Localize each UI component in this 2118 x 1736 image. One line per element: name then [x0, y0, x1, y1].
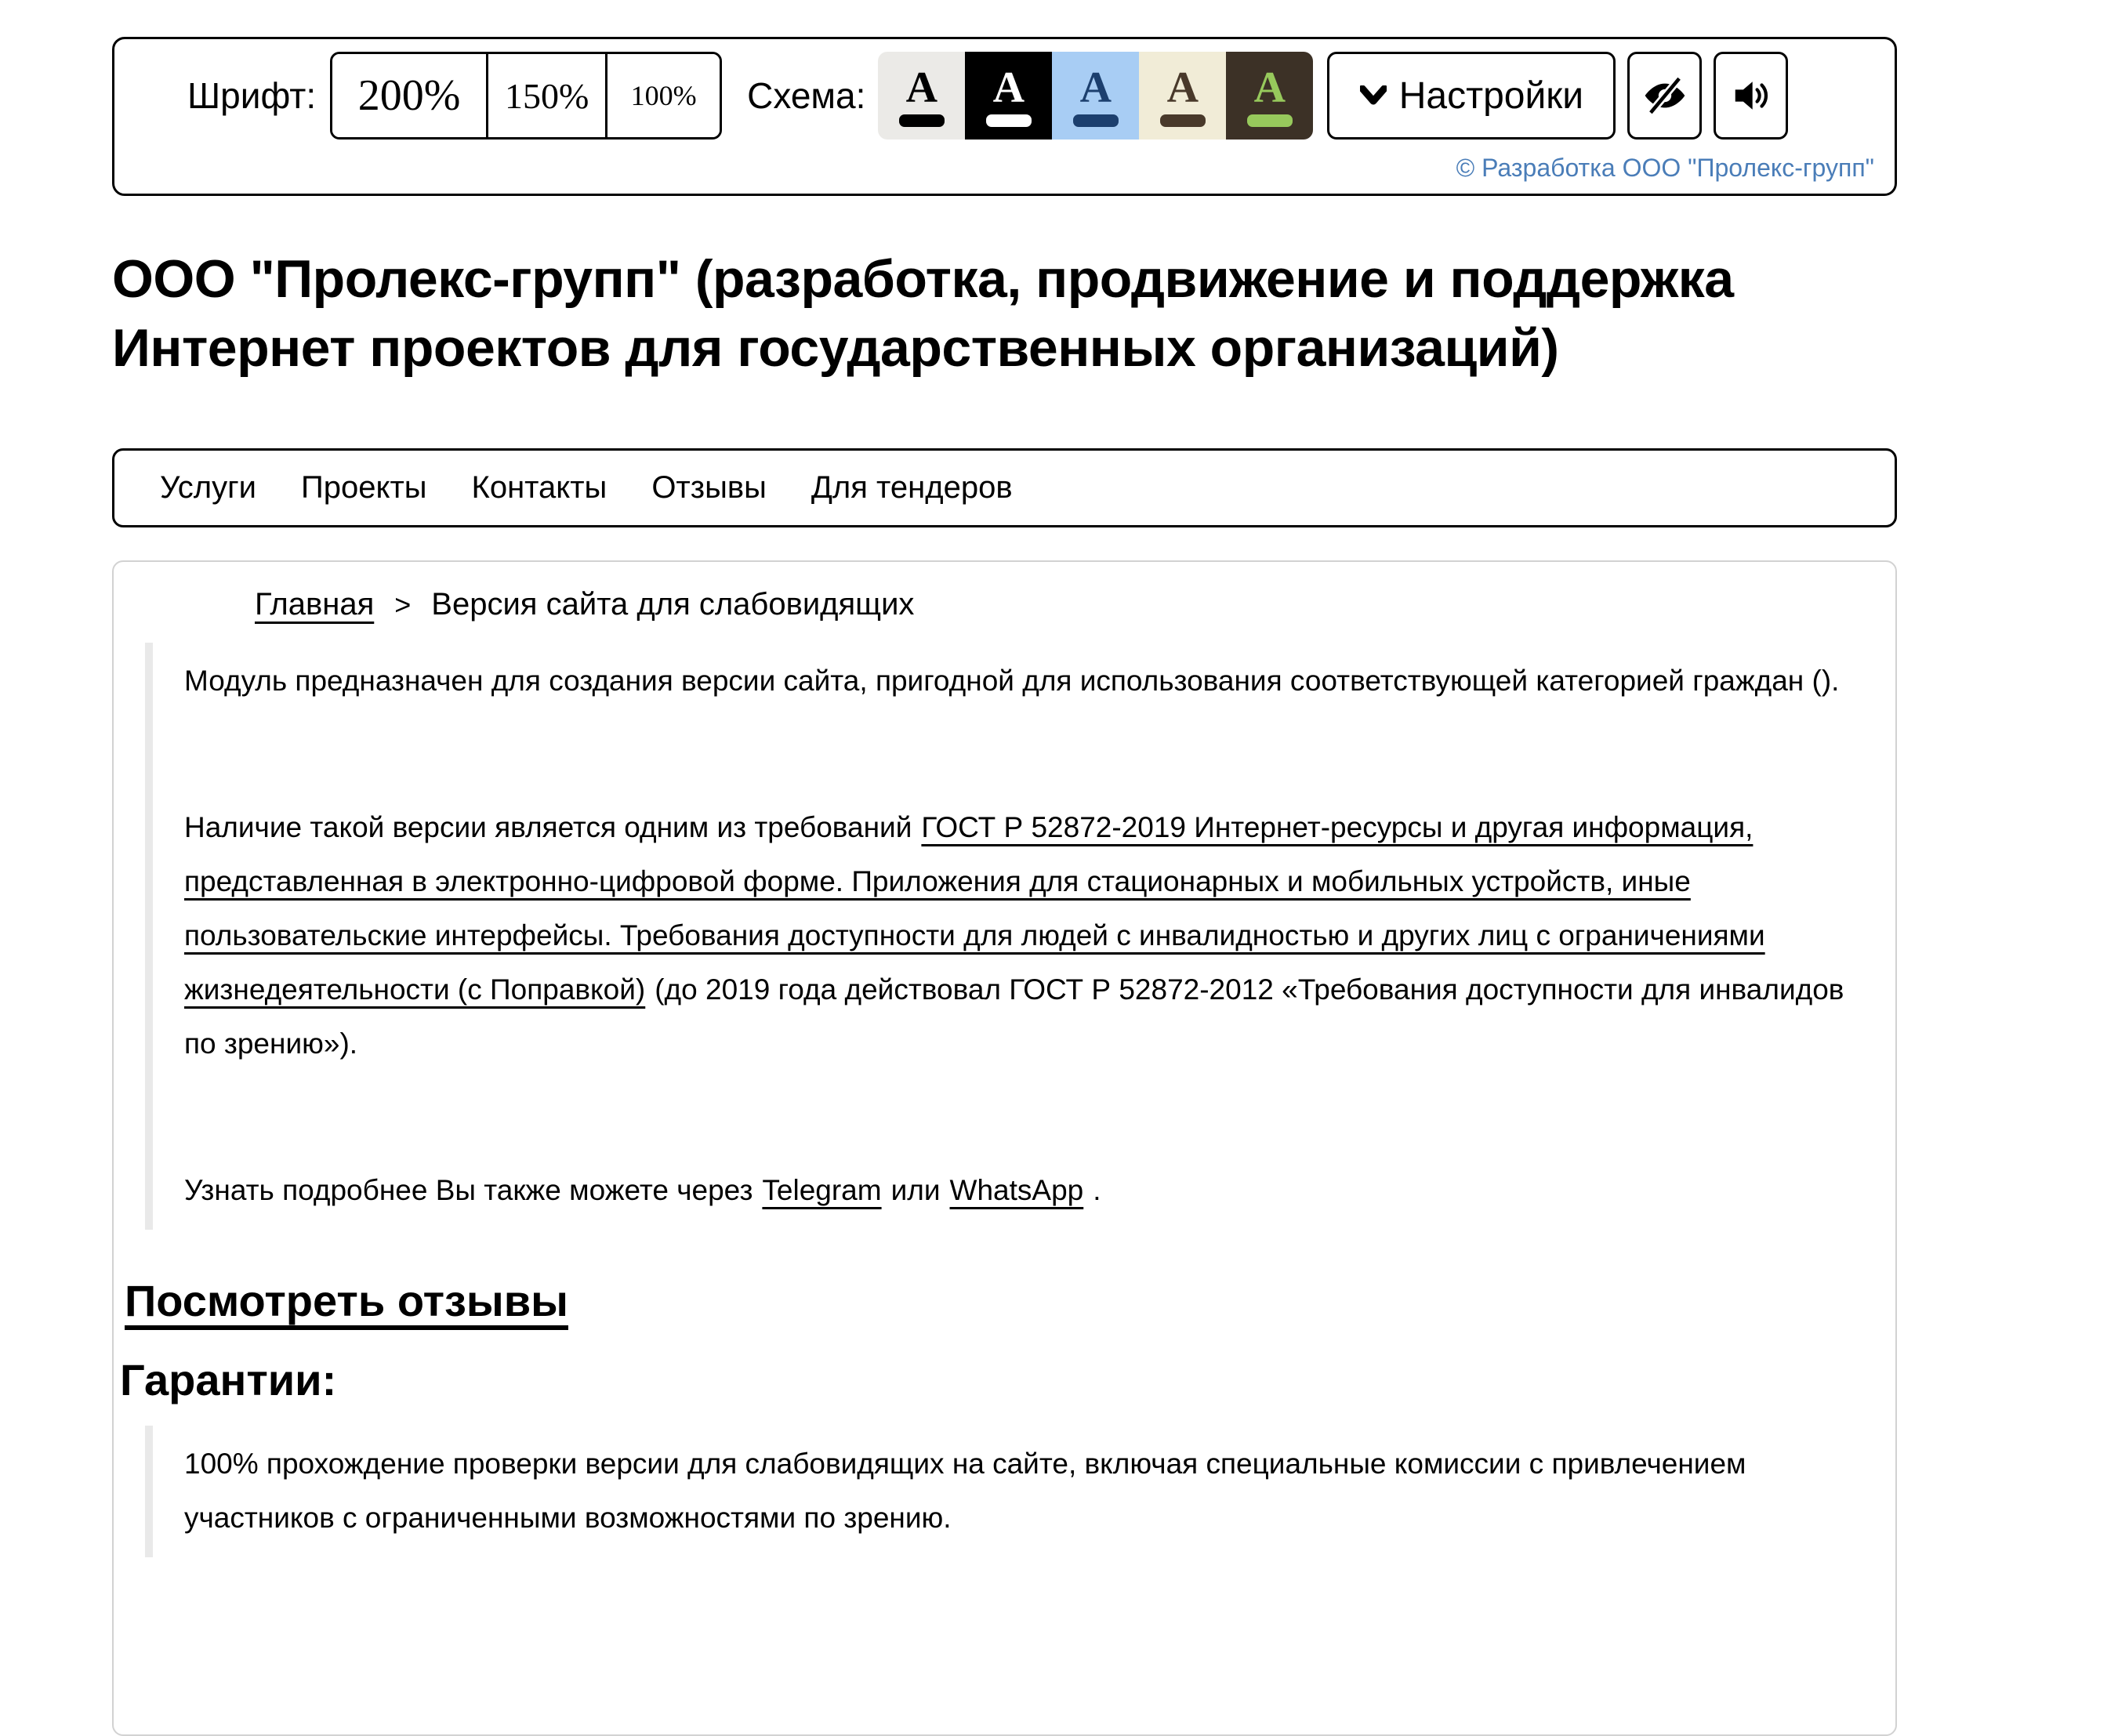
chevron-down-icon [1360, 85, 1387, 106]
developer-copyright-link[interactable]: © Разработка ООО "Пролекс-групп" [1456, 154, 1874, 183]
scheme-letter: А [1254, 66, 1286, 110]
scheme-white-button[interactable]: А [878, 52, 965, 140]
font-size-label: Шрифт: [187, 74, 316, 117]
telegram-link[interactable]: Telegram [762, 1174, 881, 1206]
disable-accessible-version-button[interactable] [1627, 52, 1702, 140]
breadcrumb: Главная > Версия сайта для слабовидящих [114, 587, 1895, 622]
breadcrumb-separator: > [394, 589, 411, 622]
nav-item-services[interactable]: Услуги [160, 470, 256, 506]
settings-button-label: Настройки [1399, 74, 1583, 118]
breadcrumb-home-link[interactable]: Главная [255, 587, 374, 622]
nav-item-projects[interactable]: Проекты [301, 470, 427, 506]
font-size-group: 200% 150% 100% [330, 52, 722, 140]
nav-item-contacts[interactable]: Контакты [472, 470, 607, 506]
guarantee-paragraph: 100% прохождение проверки версии для сла… [184, 1437, 1872, 1545]
scheme-letter: А [993, 66, 1025, 110]
page-container: Шрифт: 200% 150% 100% Схема: А А А [112, 37, 1897, 1736]
scheme-letter: А [906, 66, 938, 110]
eye-slash-icon [1642, 73, 1688, 118]
scheme-underline-bar [1247, 114, 1293, 127]
font-size-100-button[interactable]: 100% [605, 54, 720, 137]
accessibility-toolbar: Шрифт: 200% 150% 100% Схема: А А А [112, 37, 1897, 196]
scheme-blue-button[interactable]: А [1052, 52, 1139, 140]
breadcrumb-current: Версия сайта для слабовидящих [431, 587, 914, 622]
scheme-brown-button[interactable]: А [1226, 52, 1313, 140]
guarantees-heading: Гарантии: [120, 1354, 1895, 1405]
whatsapp-link[interactable]: WhatsApp [950, 1174, 1084, 1206]
scheme-underline-bar [899, 114, 945, 127]
scheme-letter: А [1080, 66, 1112, 110]
nav-item-tenders[interactable]: Для тендеров [811, 470, 1013, 506]
page-title: ООО "Пролекс-групп" (разработка, продвиж… [112, 245, 1897, 382]
scheme-underline-bar [1073, 114, 1119, 127]
messengers-paragraph: Узнать подробнее Вы также можете черезTe… [184, 1163, 1872, 1217]
font-size-150-button[interactable]: 150% [486, 54, 605, 137]
speech-button[interactable] [1714, 52, 1788, 140]
gost-paragraph: Наличие такой версии является одним из т… [184, 800, 1872, 1071]
toolbar-row: Шрифт: 200% 150% 100% Схема: А А А [114, 52, 1895, 140]
scheme-underline-bar [986, 114, 1032, 127]
nav-item-reviews[interactable]: Отзывы [651, 470, 767, 506]
speaker-icon [1730, 74, 1772, 117]
main-nav: Услуги Проекты Контакты Отзывы Для тенде… [112, 448, 1897, 527]
intro-blockquote: Модуль предназначен для создания версии … [145, 643, 1895, 1230]
view-reviews-link[interactable]: Посмотреть отзывы [125, 1275, 568, 1326]
scheme-beige-button[interactable]: А [1139, 52, 1226, 140]
color-scheme-group: А А А А А [878, 52, 1313, 140]
scheme-underline-bar [1160, 114, 1206, 127]
font-size-200-button[interactable]: 200% [332, 54, 486, 137]
content-box: Главная > Версия сайта для слабовидящих … [112, 560, 1897, 1736]
scheme-black-button[interactable]: А [965, 52, 1052, 140]
guarantees-blockquote: 100% прохождение проверки версии для сла… [145, 1426, 1895, 1557]
settings-button[interactable]: Настройки [1327, 52, 1616, 140]
scheme-letter: А [1167, 66, 1199, 110]
module-description-paragraph: Модуль предназначен для создания версии … [184, 654, 1872, 708]
color-scheme-label: Схема: [747, 74, 865, 117]
